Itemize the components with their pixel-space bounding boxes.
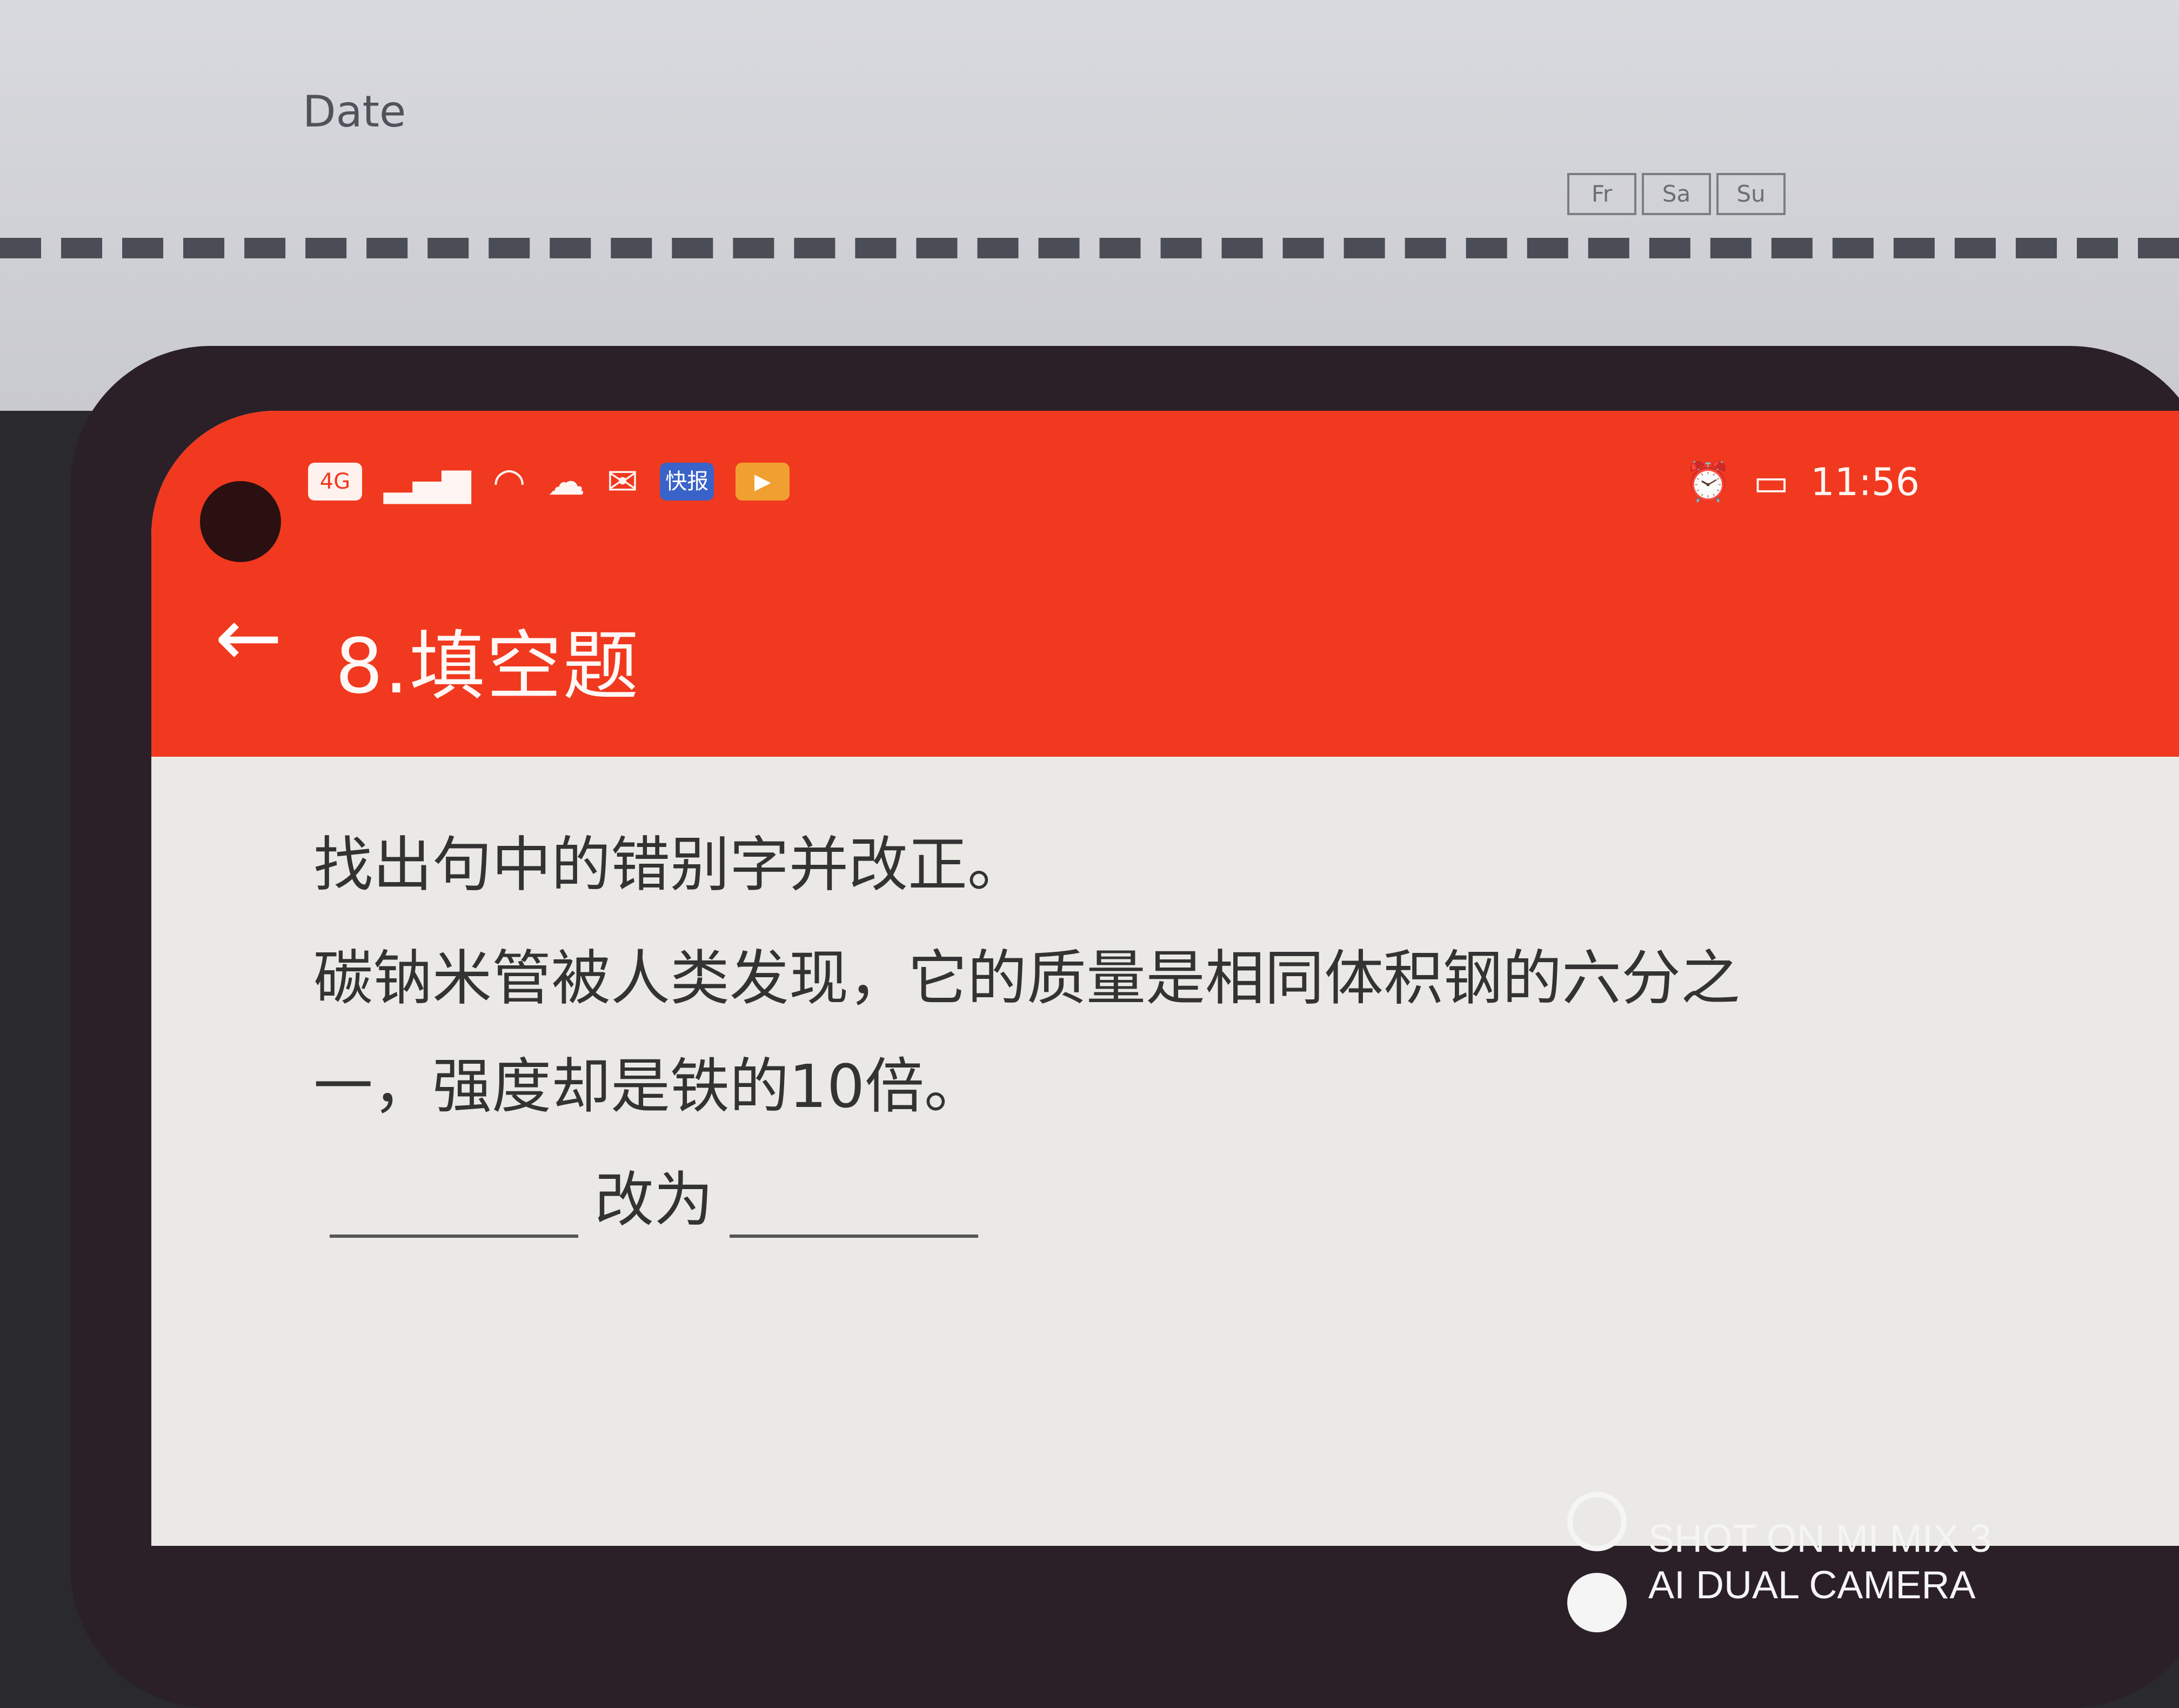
answer-label: 改为 xyxy=(594,1165,713,1235)
alarm-icon: ⏰ xyxy=(1684,459,1732,504)
question-sentence-line-1: 碳钠米管被人类发现，它的质量是相同体积钢的六分之 xyxy=(313,944,1740,1013)
watermark-line-2: AI DUAL CAMERA xyxy=(1648,1564,1976,1607)
watermark-dots xyxy=(1567,1492,1627,1632)
watermark-dot-icon xyxy=(1567,1573,1627,1632)
play-icon: ▶ xyxy=(736,463,790,501)
weekday-box: Fr xyxy=(1567,173,1636,215)
watermark-ring-icon xyxy=(1567,1492,1627,1551)
answer-row: 改为 xyxy=(313,1151,994,1238)
answer-blank-2[interactable] xyxy=(730,1175,978,1238)
front-camera-hole xyxy=(200,481,281,562)
watermark-line-1: SHOT ON MI MIX 3 xyxy=(1648,1517,1991,1560)
message-icon: ✉ xyxy=(606,459,639,504)
phone-screen: 4G ▂▄▆ ◠ ☁ ✉ 快报 ▶ ⏰ ▭ 11:56 ← 8.填空题 找出句中… xyxy=(151,411,2179,1546)
status-right-group: ⏰ ▭ 11:56 xyxy=(1685,459,1920,504)
back-arrow-icon[interactable]: ← xyxy=(211,597,286,678)
news-badge: 快报 xyxy=(660,463,714,501)
watermark-text: SHOT ON MI MIX 3 AI DUAL CAMERA xyxy=(1648,1516,1991,1609)
camera-watermark: SHOT ON MI MIX 3 AI DUAL CAMERA xyxy=(1567,1492,1991,1632)
paper-date-label: Date xyxy=(303,86,406,137)
weekday-box: Sa xyxy=(1642,173,1711,215)
weekday-box: Su xyxy=(1716,173,1786,215)
question-content: 找出句中的错别字并改正。 碳钠米管被人类发现，它的质量是相同体积钢的六分之 一，… xyxy=(151,757,2179,1546)
network-badge: 4G xyxy=(308,463,362,501)
signal-icon: ▂▄▆ xyxy=(384,459,471,504)
paper-weekday-boxes: Fr Sa Su xyxy=(1567,173,1786,215)
page-title: 8.填空题 xyxy=(335,623,640,711)
status-time: 11:56 xyxy=(1810,459,1920,504)
wifi-icon: ◠ xyxy=(492,459,526,504)
question-instruction: 找出句中的错别字并改正。 xyxy=(313,830,1027,899)
answer-blank-1[interactable] xyxy=(330,1175,578,1238)
paper-dashed-line xyxy=(0,238,2179,258)
question-sentence-line-2: 一，强度却是铁的10倍。 xyxy=(313,1052,984,1121)
status-left-group: 4G ▂▄▆ ◠ ☁ ✉ 快报 ▶ xyxy=(308,459,790,504)
battery-icon: ▭ xyxy=(1753,459,1789,504)
status-bar: 4G ▂▄▆ ◠ ☁ ✉ 快报 ▶ ⏰ ▭ 11:56 xyxy=(151,449,2179,562)
cloud-icon: ☁ xyxy=(547,459,585,504)
app-bar: 4G ▂▄▆ ◠ ☁ ✉ 快报 ▶ ⏰ ▭ 11:56 ← 8.填空题 xyxy=(151,411,2179,757)
